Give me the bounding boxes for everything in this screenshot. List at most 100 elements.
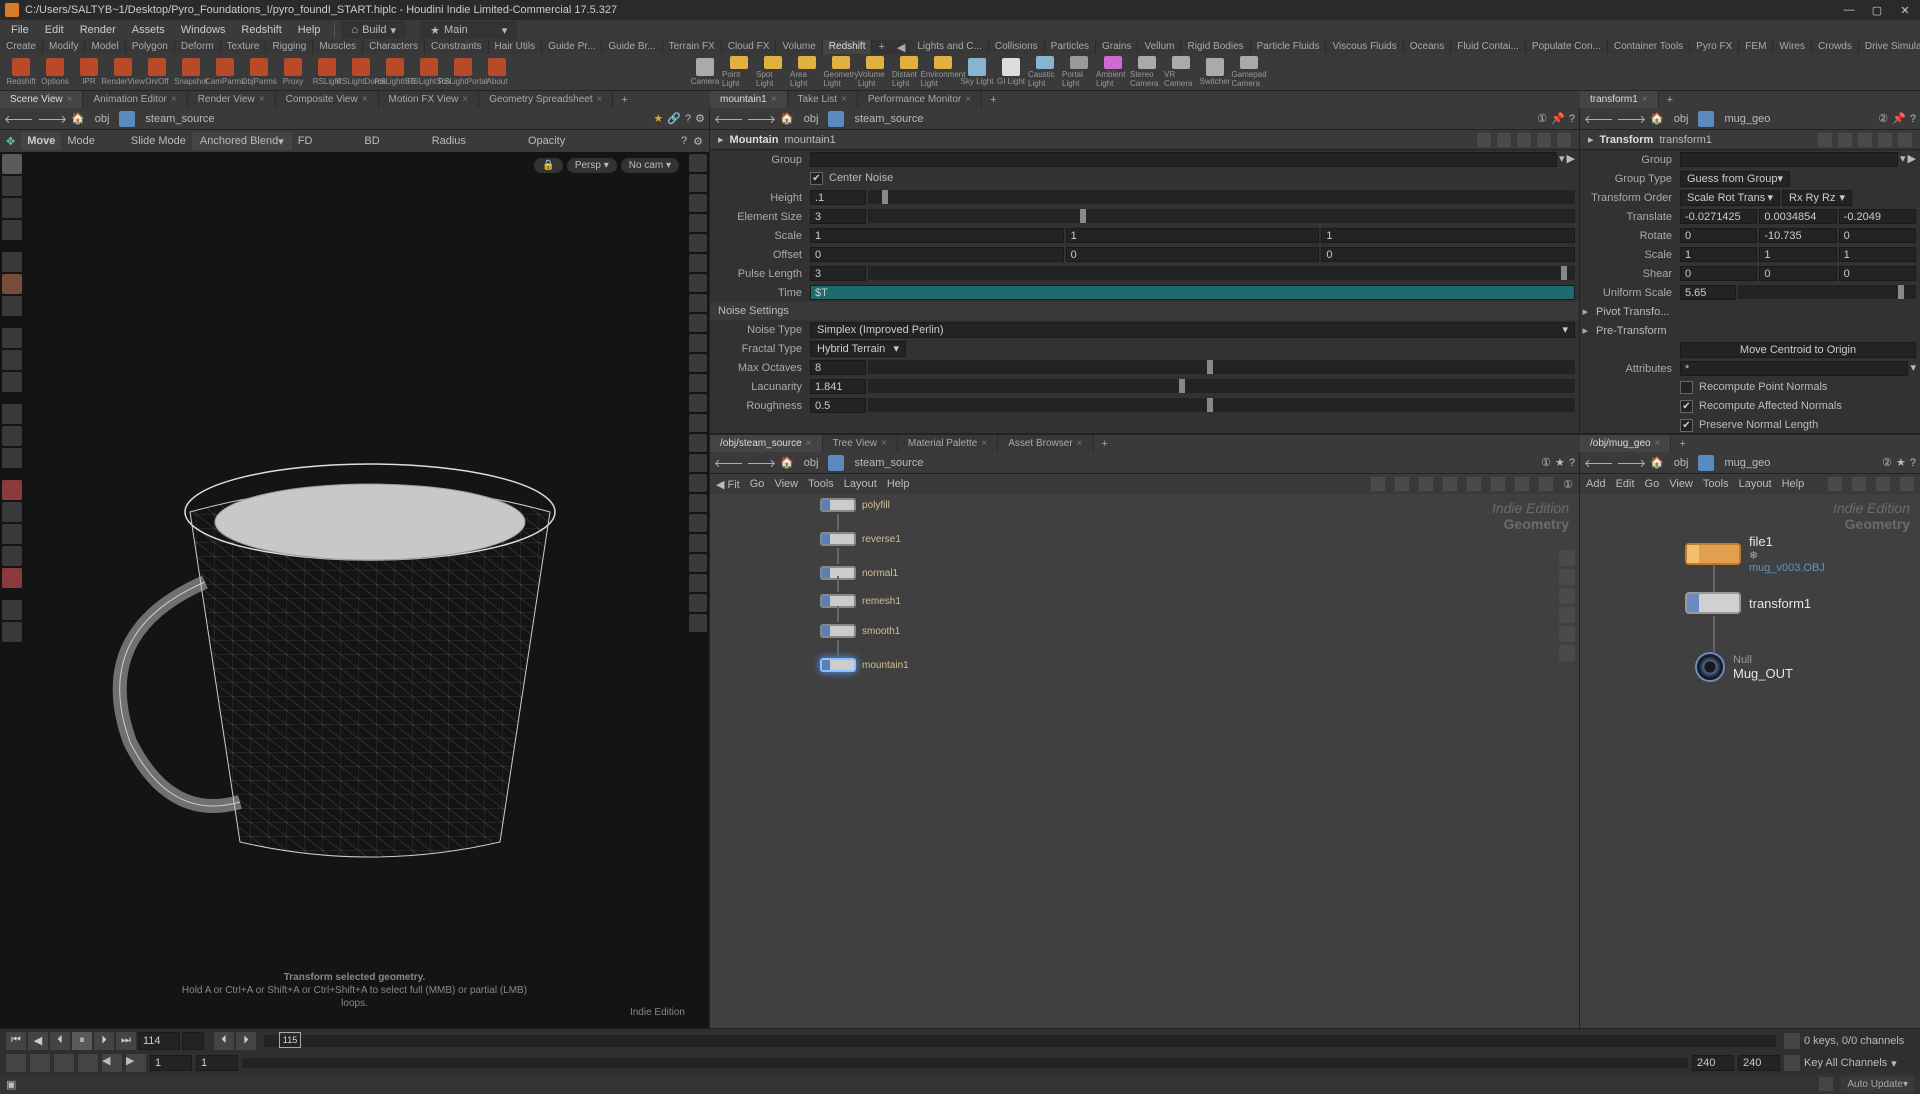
shelf-add[interactable]: +: [872, 41, 890, 53]
camera-dropdown[interactable]: No cam ▾: [621, 158, 679, 173]
shelf-tool[interactable]: Switcher: [1198, 56, 1232, 88]
shelf-tab[interactable]: Muscles: [313, 40, 363, 54]
shelf-tab[interactable]: Model: [85, 40, 125, 54]
shelf-tab[interactable]: Modify: [43, 40, 85, 54]
shelf-tab[interactable]: Characters: [363, 40, 425, 54]
center-noise-checkbox[interactable]: ✔: [810, 172, 823, 185]
shelf-tab[interactable]: FEM: [1739, 40, 1773, 54]
range-slider[interactable]: [242, 1058, 1688, 1068]
shelf-tab[interactable]: Deform: [175, 40, 221, 54]
height-slider[interactable]: [868, 190, 1575, 204]
pane-tab[interactable]: Performance Monitor ×: [858, 91, 982, 109]
shelf-tab[interactable]: Drive Simulat...: [1859, 40, 1920, 54]
pane-tab[interactable]: Scene View ×: [0, 91, 83, 109]
shelf-tab[interactable]: Rigid Bodies: [1181, 40, 1250, 54]
shelf-tab[interactable]: Hair Utils: [489, 40, 543, 54]
help-icon[interactable]: ?: [681, 135, 687, 147]
shelf-tool[interactable]: Caustic Light: [1028, 56, 1062, 88]
shelf-tool[interactable]: Gamepad Camera: [1232, 56, 1266, 88]
pane-tab[interactable]: transform1 ×: [1580, 91, 1659, 109]
shelf-tool[interactable]: Volume Light: [858, 56, 892, 88]
shelf-tool[interactable]: On/Off: [140, 56, 174, 88]
shelf-tool[interactable]: GI Light: [994, 56, 1028, 88]
shelf-tool[interactable]: Environment Light: [926, 56, 960, 88]
viewport-3d[interactable]: 🔒 Persp ▾ No cam ▾ Transform selected ge…: [0, 152, 709, 1028]
pane-tab[interactable]: /obj/steam_source ×: [710, 435, 823, 453]
noise-type-dropdown[interactable]: Simplex (Improved Perlin)▾: [810, 322, 1575, 338]
step-back-button[interactable]: ⏴: [50, 1032, 70, 1050]
pane-tab[interactable]: Composite View ×: [276, 91, 379, 109]
shelf-tab[interactable]: Fluid Contai...: [1451, 40, 1526, 54]
network-view-right[interactable]: Indie Edition Geometry file1❄mug_v003.OB…: [1580, 494, 1920, 1028]
shelf-tab[interactable]: Volume: [776, 40, 822, 54]
node-mountain1[interactable]: mountain1: [820, 658, 909, 672]
help-icon[interactable]: [1557, 133, 1571, 147]
shelf-tab[interactable]: Crowds: [1812, 40, 1859, 54]
shelf-tool[interactable]: Area Light: [790, 56, 824, 88]
shelf-tool[interactable]: Stereo Camera: [1130, 56, 1164, 88]
timeline-handle[interactable]: 115: [279, 1032, 301, 1048]
maximize-button[interactable]: ▢: [1867, 2, 1887, 18]
node-smooth1[interactable]: smooth1: [820, 624, 900, 638]
shelf-tab[interactable]: Container Tools: [1608, 40, 1690, 54]
shelf-tab[interactable]: Populate Con...: [1526, 40, 1608, 54]
desktop-build[interactable]: ⌂Build▾: [341, 21, 406, 39]
search-icon[interactable]: [1517, 133, 1531, 147]
node-reverse1[interactable]: reverse1: [820, 532, 901, 546]
range-start-field[interactable]: [196, 1055, 238, 1071]
shelf-tab[interactable]: Grains: [1096, 40, 1138, 54]
shelf-tool[interactable]: Sky Light: [960, 56, 994, 88]
python-icon[interactable]: ▣: [6, 1078, 16, 1091]
shelf-tab[interactable]: Redshift: [823, 40, 873, 54]
shelf-tab[interactable]: Vellum: [1138, 40, 1181, 54]
shelf-tab[interactable]: Pyro FX: [1690, 40, 1739, 54]
timeline-slider[interactable]: 115: [264, 1035, 1776, 1047]
tool-select[interactable]: [2, 154, 22, 174]
shelf-tool[interactable]: VR Camera: [1164, 56, 1198, 88]
end-frame-field[interactable]: [1738, 1055, 1780, 1071]
pane-tab[interactable]: Motion FX View ×: [379, 91, 480, 109]
persp-dropdown[interactable]: Persp ▾: [567, 158, 617, 173]
shelf-tool[interactable]: Spot Light: [756, 56, 790, 88]
shelf-tool[interactable]: Options: [38, 56, 72, 88]
play-back-button[interactable]: ◀: [28, 1032, 48, 1050]
flag-icon[interactable]: [1497, 133, 1511, 147]
network-view-left[interactable]: Indie Edition Geometry polyfillreverse1n…: [710, 494, 1579, 1028]
node-transform1[interactable]: transform1: [1685, 592, 1811, 614]
shelf-tab[interactable]: Guide Br...: [602, 40, 662, 54]
pane-tab[interactable]: Take List ×: [788, 91, 858, 109]
menu-file[interactable]: File: [3, 22, 37, 38]
back-icon[interactable]: 🡐: [4, 112, 34, 126]
menu-edit[interactable]: Edit: [37, 22, 72, 38]
shelf-tool[interactable]: Camera: [688, 56, 722, 88]
node-polyfill[interactable]: polyfill: [820, 498, 890, 512]
pane-tab[interactable]: mountain1 ×: [710, 91, 788, 109]
auto-update-dropdown[interactable]: Auto Update ▾: [1841, 1076, 1914, 1092]
shelf-tab[interactable]: Oceans: [1404, 40, 1451, 54]
shelf-tab[interactable]: Create: [0, 40, 43, 54]
pause-button[interactable]: ⏸: [72, 1032, 92, 1050]
gear-icon[interactable]: [1477, 133, 1491, 147]
key-icon[interactable]: [1784, 1033, 1800, 1049]
shelf-tool[interactable]: ObjParms: [242, 56, 276, 88]
fwd-icon[interactable]: 🡒: [38, 112, 68, 126]
desktop-main[interactable]: ★Main▾: [420, 21, 517, 39]
shelf-tab[interactable]: Constraints: [425, 40, 489, 54]
step-fwd-button[interactable]: ⏵: [94, 1032, 114, 1050]
group-field[interactable]: [810, 152, 1557, 167]
shelf-tool[interactable]: Geometry Light: [824, 56, 858, 88]
pane-tab[interactable]: Animation Editor ×: [83, 91, 187, 109]
shelf-tab[interactable]: Viscous Fluids: [1326, 40, 1403, 54]
pane-tab[interactable]: Material Palette ×: [898, 435, 998, 453]
shelf-tab[interactable]: Texture: [221, 40, 267, 54]
range-end-field[interactable]: [1692, 1055, 1734, 1071]
shelf-tab[interactable]: Lights and C...: [911, 40, 988, 54]
pin-icon[interactable]: ★: [653, 112, 663, 125]
shelf-tool[interactable]: RSLightDome: [344, 56, 378, 88]
shelf-tab[interactable]: Cloud FX: [722, 40, 777, 54]
close-button[interactable]: ✕: [1895, 2, 1915, 18]
anchor-dropdown[interactable]: Anchored Blend ▾: [192, 132, 292, 150]
path-leaf[interactable]: steam_source: [139, 111, 220, 127]
start-frame-field[interactable]: [150, 1055, 192, 1071]
shelf-tool[interactable]: Portal Light: [1062, 56, 1096, 88]
